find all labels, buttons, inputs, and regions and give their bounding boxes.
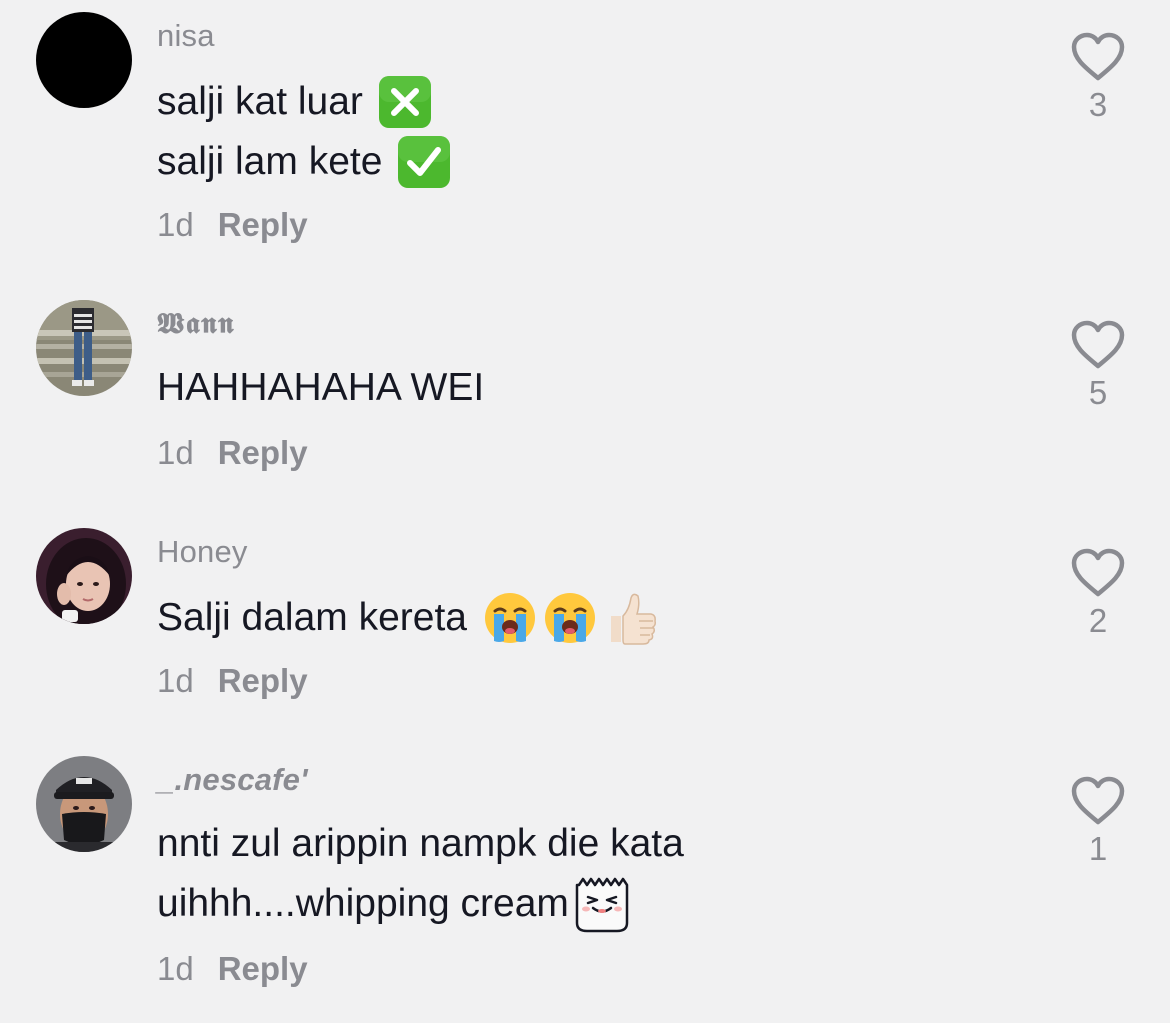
comment-username[interactable]: nisa	[157, 18, 215, 54]
cross-mark-button-emoji	[377, 74, 433, 130]
avatar[interactable]	[36, 756, 132, 852]
comment-date: 1d	[157, 206, 194, 243]
reply-button[interactable]: Reply	[218, 662, 308, 700]
avatar-photo	[36, 528, 132, 624]
heart-icon	[1071, 32, 1125, 81]
like-button[interactable]: 3	[1066, 32, 1130, 124]
avatar[interactable]	[36, 528, 132, 624]
comment-text-line: Salji dalam kereta	[157, 590, 659, 646]
comment-meta: 1d Reply	[157, 662, 308, 700]
like-count: 5	[1088, 374, 1108, 411]
comment-date: 1d	[157, 950, 194, 987]
avatar[interactable]	[36, 300, 132, 396]
heart-icon	[1071, 320, 1125, 369]
comment-text-line: salji kat luar	[157, 76, 433, 128]
heart-icon	[1071, 776, 1125, 825]
comment-username[interactable]: _.nescafe'	[157, 762, 308, 798]
comment-text-line: salji lam kete	[157, 136, 452, 188]
comment-text-line: nnti zul arippin nampk die kata	[157, 818, 684, 870]
reply-button[interactable]: Reply	[218, 950, 308, 988]
avatar-photo	[36, 756, 132, 852]
comment-date: 1d	[157, 662, 194, 699]
check-mark-button-emoji	[396, 134, 452, 190]
comment-meta: 1d Reply	[157, 950, 308, 988]
comment-text: HAHHAHAHA WEI	[157, 366, 485, 409]
comment-username[interactable]: Honey	[157, 534, 248, 570]
comment-username[interactable]: 𝖂𝖆𝖓𝖓	[157, 306, 235, 341]
comment-text: salji kat luar	[157, 80, 363, 123]
comment-date: 1d	[157, 434, 194, 471]
like-count: 3	[1088, 86, 1108, 123]
comment-text: uihhh....whipping cream	[157, 882, 569, 925]
comment-text: salji lam kete	[157, 140, 383, 183]
comment-text-line: HAHHAHAHA WEI	[157, 362, 484, 414]
like-button[interactable]: 1	[1066, 776, 1130, 868]
like-button[interactable]: 2	[1066, 548, 1130, 640]
heart-icon	[1071, 548, 1125, 597]
comment-meta: 1d Reply	[157, 206, 308, 244]
comment-meta: 1d Reply	[157, 434, 308, 472]
comment-text: nnti zul arippin nampk die kata	[157, 822, 684, 865]
like-count: 2	[1088, 602, 1108, 639]
tiktok-laughing-sticker-emoji	[573, 875, 631, 933]
reply-button[interactable]: Reply	[218, 434, 308, 472]
loudly-crying-face-emoji	[483, 591, 537, 645]
avatar-photo	[36, 300, 132, 396]
loudly-crying-face-emoji	[543, 591, 597, 645]
reply-button[interactable]: Reply	[218, 206, 308, 244]
like-count: 1	[1088, 830, 1108, 867]
comment-text-line: uihhh....whipping cream	[157, 875, 631, 933]
thumbs-up-emoji	[603, 590, 659, 646]
avatar[interactable]	[36, 12, 132, 108]
like-button[interactable]: 5	[1066, 320, 1130, 412]
comment-text: Salji dalam kereta	[157, 596, 467, 639]
